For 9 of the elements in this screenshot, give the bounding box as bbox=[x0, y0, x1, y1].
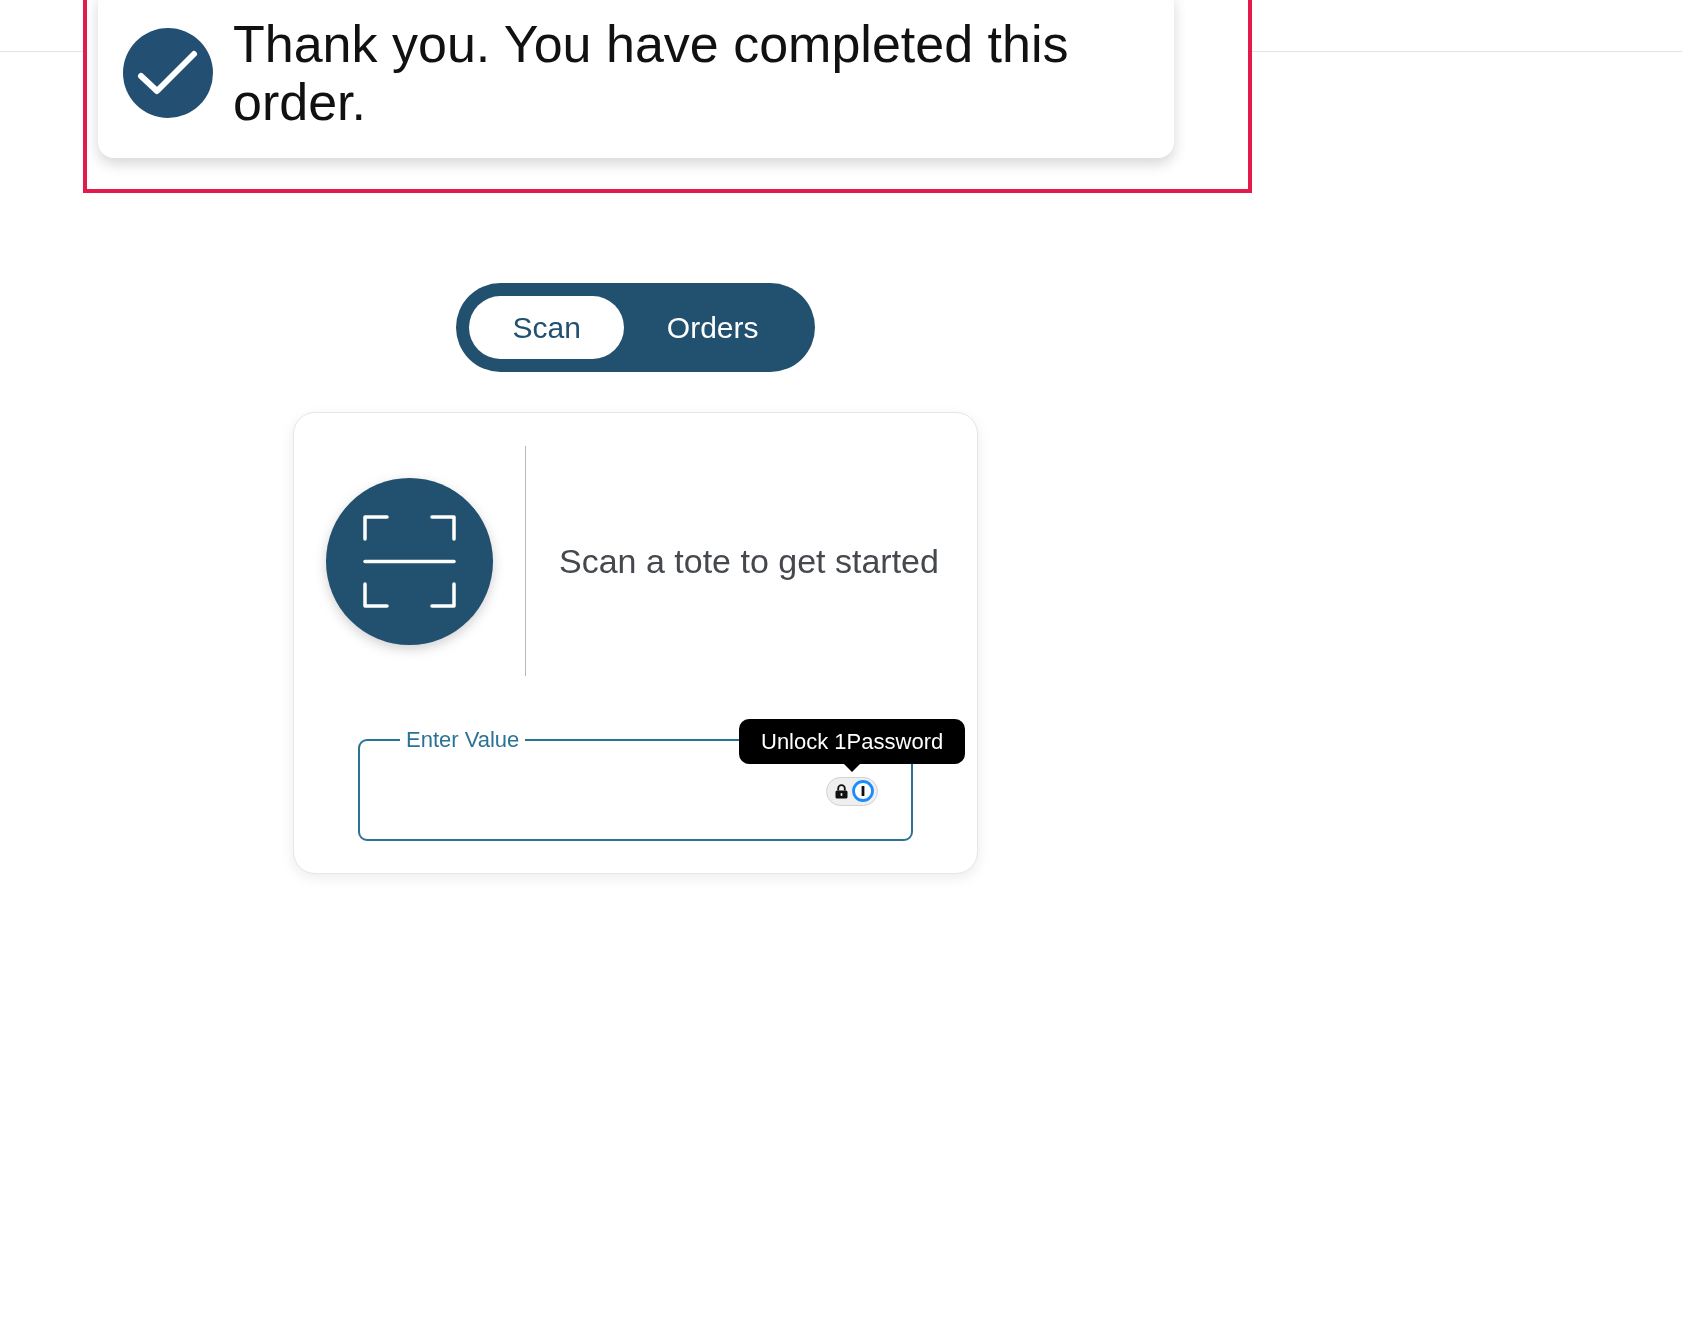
ring-logo-icon bbox=[852, 780, 874, 802]
prompt-text: Scan a tote to get started bbox=[559, 541, 939, 581]
autofill-button[interactable] bbox=[826, 776, 878, 806]
tab[interactable]: Orders bbox=[623, 296, 802, 359]
scan-icon bbox=[326, 477, 493, 645]
check-icon bbox=[123, 28, 213, 118]
lock-icon bbox=[835, 783, 848, 799]
toast-message: Thank you. You have completed this order. bbox=[233, 15, 1070, 131]
tab[interactable]: Scan bbox=[469, 296, 624, 359]
